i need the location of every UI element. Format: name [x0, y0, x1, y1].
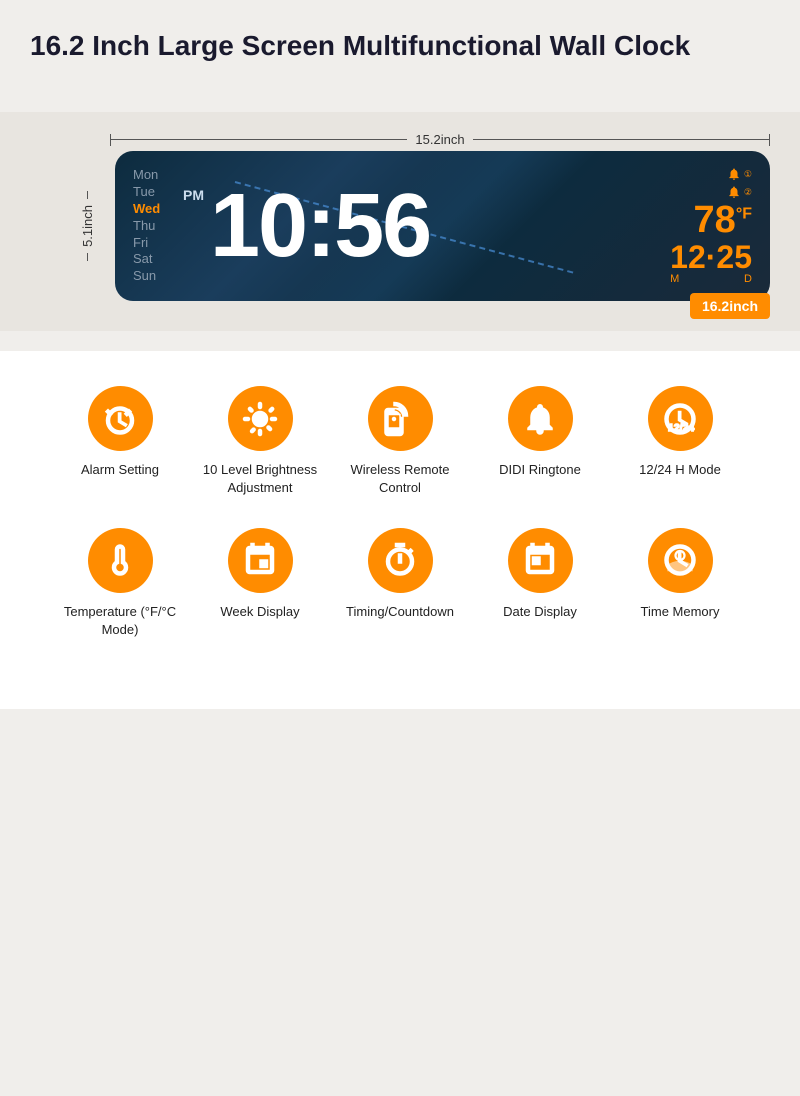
date-display: 12·25	[670, 241, 752, 273]
remote-label: Wireless Remote Control	[335, 461, 465, 497]
clock-and-height: 5.1inch Mon Tue Wed Thu Fri Sat	[60, 151, 770, 301]
alarm-clock-icon	[102, 401, 138, 437]
features-row-1: Alarm Setting 10 Level Brightness Adjust…	[20, 386, 780, 497]
thermometer-icon	[102, 542, 138, 578]
width-label: 15.2inch	[407, 132, 472, 147]
ringtone-label: DIDI Ringtone	[499, 461, 581, 479]
brain-clock-icon	[662, 542, 698, 578]
features-row-2: Temperature (°F/°C Mode) Week Display	[20, 528, 780, 639]
remote-icon-circle	[368, 386, 433, 451]
height-label: 5.1inch	[80, 199, 95, 253]
page-container: 16.2 Inch Large Screen Multifunctional W…	[0, 0, 800, 709]
alarm-setting-icon-circle	[88, 386, 153, 451]
top-section: 16.2 Inch Large Screen Multifunctional W…	[0, 0, 800, 112]
feature-date-display: Date Display	[475, 528, 605, 639]
alarm-2-label: ②	[744, 187, 752, 198]
time-main: PM 10:56	[183, 167, 660, 285]
feature-temperature: Temperature (°F/°C Mode)	[55, 528, 185, 639]
feature-hour-mode: 12/24 12/24 H Mode	[615, 386, 745, 497]
brightness-icon-circle	[228, 386, 293, 451]
feature-week-display: Week Display	[195, 528, 325, 639]
page-title: 16.2 Inch Large Screen Multifunctional W…	[20, 30, 780, 62]
features-section: Alarm Setting 10 Level Brightness Adjust…	[0, 351, 800, 709]
timing-label: Timing/Countdown	[346, 603, 454, 621]
date-display-label: Date Display	[503, 603, 577, 621]
clock-diagram-area: 15.2inch 5.1inch	[0, 112, 800, 331]
day-fri: Fri	[133, 235, 171, 252]
day-mon: Mon	[133, 167, 171, 184]
feature-ringtone: DIDI Ringtone	[475, 386, 605, 497]
week-display-icon-circle	[228, 528, 293, 593]
temperature-display: 78°F	[694, 199, 752, 241]
ringtone-icon-circle	[508, 386, 573, 451]
brightness-label: 10 Level Brightness Adjustment	[195, 461, 325, 497]
day-tue: Tue	[133, 184, 171, 201]
md-labels: M D	[670, 273, 752, 285]
week-display-label: Week Display	[220, 603, 299, 621]
time-display: 10:56	[210, 181, 430, 271]
alarm-icon-2: ②	[727, 185, 752, 199]
day-sat: Sat	[133, 251, 171, 268]
day-label: D	[744, 273, 752, 285]
clock-display: Mon Tue Wed Thu Fri Sat Sun PM 10:56	[115, 151, 770, 301]
feature-remote: Wireless Remote Control	[335, 386, 465, 497]
hour-mode-icon: 12/24	[662, 401, 698, 437]
am-pm-label: PM	[183, 187, 204, 203]
time-memory-label: Time Memory	[641, 603, 720, 621]
feature-alarm-setting: Alarm Setting	[55, 386, 185, 497]
calendar-date-icon	[522, 542, 558, 578]
stopwatch-icon	[382, 542, 418, 578]
alarm-icons: ① ②	[727, 167, 752, 199]
remote-control-icon	[382, 401, 418, 437]
temperature-icon-circle	[88, 528, 153, 593]
day-thu: Thu	[133, 218, 171, 235]
day-wed: Wed	[133, 201, 171, 218]
alarm-1-label: ①	[744, 169, 752, 180]
feature-time-memory: Time Memory	[615, 528, 745, 639]
days-column: Mon Tue Wed Thu Fri Sat Sun	[133, 167, 171, 285]
date-display-icon-circle	[508, 528, 573, 593]
alarm-icon-1: ①	[727, 167, 752, 181]
feature-timing: Timing/Countdown	[335, 528, 465, 639]
bell-icon	[522, 401, 558, 437]
alarm-setting-label: Alarm Setting	[81, 461, 159, 479]
svg-text:12/24: 12/24	[668, 422, 694, 434]
timing-icon-circle	[368, 528, 433, 593]
brightness-icon	[242, 401, 278, 437]
month-label: M	[670, 273, 679, 285]
feature-brightness: 10 Level Brightness Adjustment	[195, 386, 325, 497]
size-badge: 16.2inch	[690, 293, 770, 319]
hour-mode-icon-circle: 12/24	[648, 386, 713, 451]
date-area: 12·25 M D	[670, 241, 752, 285]
alarm-bell-icon-2	[727, 185, 741, 199]
temp-area: 78°F	[694, 201, 752, 239]
right-panel: ① ② 78°F	[660, 167, 752, 285]
alarm-bell-icon-1	[727, 167, 741, 181]
hour-mode-label: 12/24 H Mode	[639, 461, 721, 479]
height-label-area: 5.1inch	[60, 191, 115, 261]
time-memory-icon-circle	[648, 528, 713, 593]
day-sun: Sun	[133, 268, 171, 285]
temperature-label: Temperature (°F/°C Mode)	[55, 603, 185, 639]
calendar-week-icon	[242, 542, 278, 578]
